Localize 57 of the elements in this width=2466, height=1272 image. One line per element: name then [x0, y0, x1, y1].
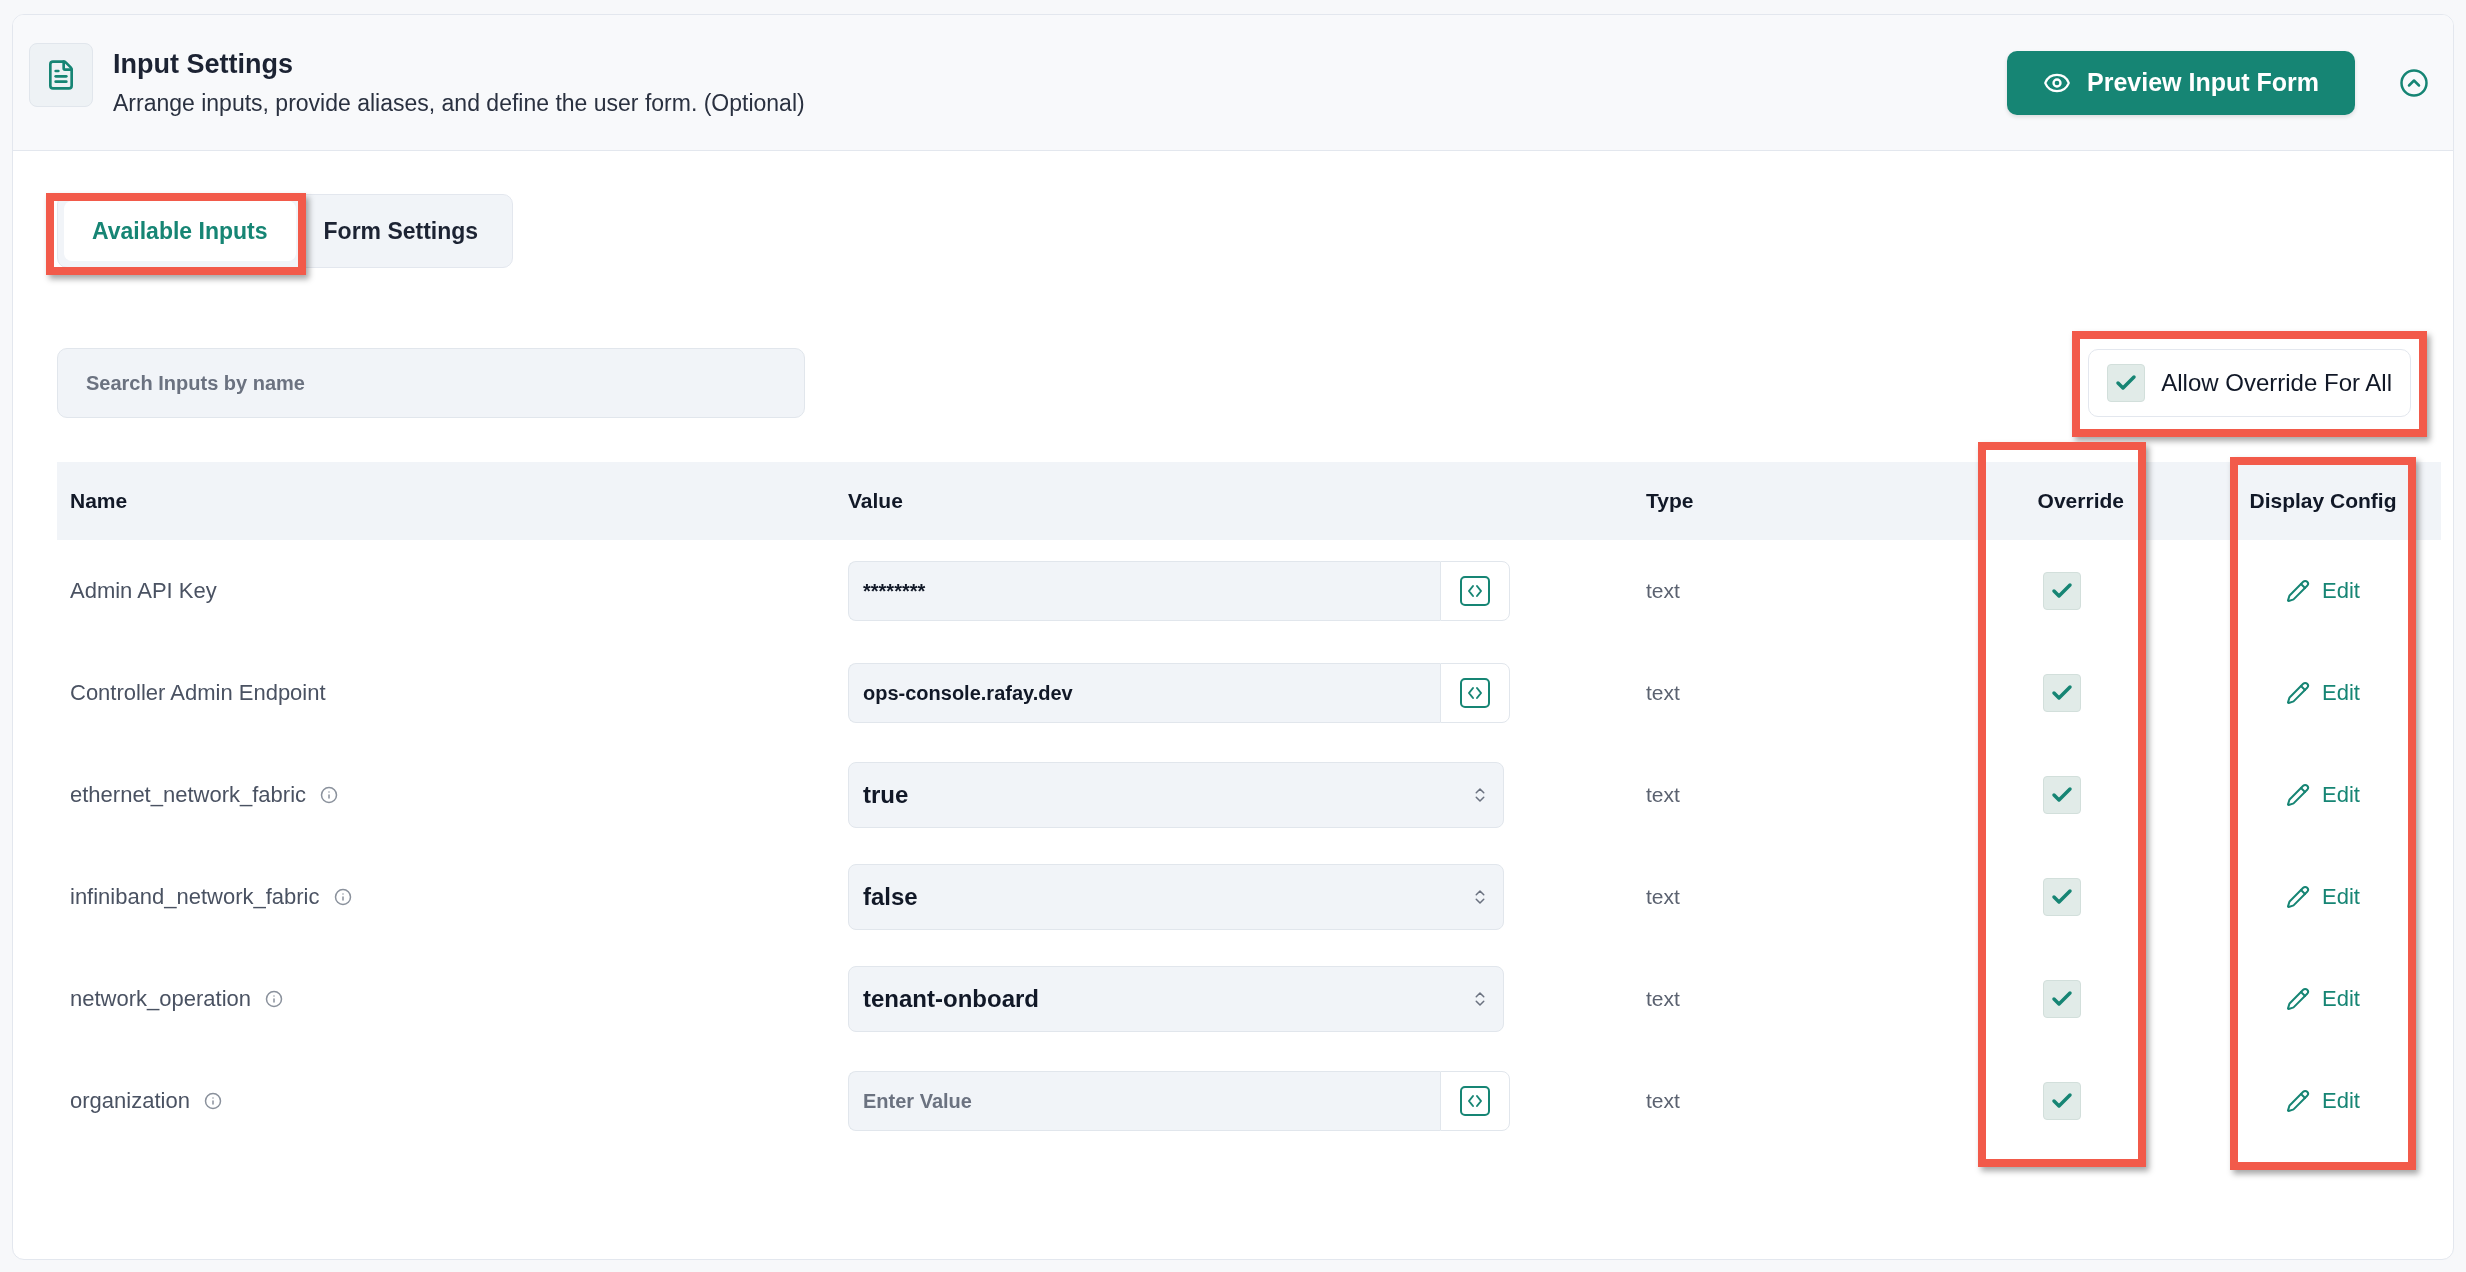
pencil-icon	[2286, 783, 2311, 807]
column-header: Type	[1645, 489, 1695, 513]
checkbox[interactable]	[2042, 878, 2081, 916]
allow-override-all-toggle[interactable]: Allow Override For All	[2088, 349, 2411, 417]
tab[interactable]: Form Settings	[295, 201, 507, 261]
section-title: Input Settings	[113, 48, 294, 80]
type-text: text	[1645, 987, 1681, 1011]
code-icon	[1460, 1086, 1490, 1116]
preview-button[interactable]: Preview Input Form	[2007, 50, 2355, 115]
column-header: Name	[69, 489, 129, 513]
value-select[interactable]: true	[848, 762, 1504, 828]
code-button[interactable]	[1440, 561, 1510, 621]
code-icon	[1460, 678, 1490, 708]
value-field[interactable]: ops-console.rafay.dev	[848, 663, 1440, 723]
type-text: text	[1645, 885, 1681, 909]
code-button[interactable]	[1440, 1071, 1510, 1131]
column-header: Override	[2037, 489, 2125, 513]
value-field[interactable]: Enter Value	[848, 1071, 1440, 1131]
pencil-icon	[2286, 681, 2311, 705]
input-name: infiniband_network_fabric	[70, 884, 320, 910]
checkbox[interactable]	[2042, 776, 2081, 814]
collapse-button[interactable]	[2399, 67, 2429, 98]
checkbox[interactable]	[2107, 364, 2146, 402]
checkbox[interactable]	[2042, 674, 2081, 712]
value-field[interactable]: ********	[848, 561, 1440, 621]
column-header: Value	[848, 489, 904, 513]
pencil-icon	[2286, 1089, 2311, 1113]
pencil-icon	[2286, 987, 2311, 1011]
edit-link[interactable]: Edit	[2286, 1088, 2360, 1114]
value-select[interactable]: tenant-onboard	[848, 966, 1504, 1032]
value-select[interactable]: false	[848, 864, 1504, 930]
type-text: text	[1645, 783, 1681, 807]
type-text: text	[1645, 579, 1681, 603]
code-button[interactable]	[1440, 663, 1510, 723]
edit-link[interactable]: Edit	[2286, 884, 2360, 910]
checkbox[interactable]	[2042, 572, 2081, 610]
input-name: Controller Admin Endpoint	[70, 680, 326, 706]
input-name: Admin API Key	[70, 578, 217, 604]
edit-link[interactable]: Edit	[2286, 782, 2360, 808]
section-subtitle: Arrange inputs, provide aliases, and define the user form. (Optional)	[113, 89, 806, 117]
type-text: text	[1645, 1089, 1681, 1113]
input-name: organization	[70, 1088, 190, 1114]
edit-link[interactable]: Edit	[2286, 986, 2360, 1012]
input-name: network_operation	[70, 986, 251, 1012]
code-icon	[1460, 576, 1490, 606]
search-field[interactable]: Search Inputs by name	[57, 348, 805, 418]
tab[interactable]: Available Inputs	[64, 201, 296, 261]
document-icon	[29, 43, 93, 107]
column-header: Display Config	[2249, 489, 2397, 513]
checkbox[interactable]	[2042, 1082, 2081, 1120]
edit-link[interactable]: Edit	[2286, 680, 2360, 706]
pencil-icon	[2286, 885, 2311, 909]
edit-link[interactable]: Edit	[2286, 578, 2360, 604]
pencil-icon	[2286, 579, 2311, 603]
checkbox[interactable]	[2042, 980, 2081, 1018]
type-text: text	[1645, 681, 1681, 705]
input-name: ethernet_network_fabric	[70, 782, 307, 808]
